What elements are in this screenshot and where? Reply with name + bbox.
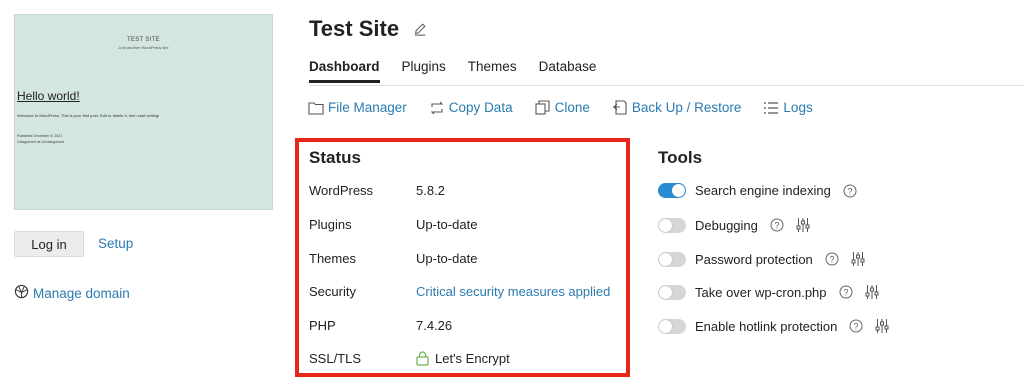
tool-label: Take over wp-cron.php	[695, 284, 827, 300]
status-label: WordPress	[309, 183, 374, 198]
preview-post-meta: Published December 5, 2021 Categorized a…	[17, 133, 64, 145]
preview-post-title: Hello world!	[17, 89, 80, 103]
status-row-wordpress: WordPress 5.8.2	[309, 183, 445, 198]
tool-label: Search engine indexing	[695, 183, 831, 198]
status-label: Security	[309, 284, 356, 299]
copy-arrows-icon	[430, 101, 444, 114]
logs-button[interactable]: Logs	[763, 100, 813, 115]
site-tabs: Dashboard Plugins Themes Database	[309, 59, 618, 83]
page-title: Test Site	[309, 16, 400, 41]
status-label: PHP	[309, 318, 336, 333]
ssl-value: Let's Encrypt	[416, 351, 510, 366]
tool-search-engine-indexing: Search engine indexing ?	[658, 183, 857, 198]
tool-label: Debugging	[695, 217, 758, 233]
tools-heading: Tools	[658, 148, 703, 167]
manage-domain-link[interactable]: Manage domain	[14, 284, 130, 302]
help-icon[interactable]: ?	[839, 285, 853, 299]
login-button[interactable]: Log in	[14, 231, 84, 257]
hotlink-protection-toggle[interactable]	[658, 318, 686, 334]
logs-label: Logs	[783, 100, 813, 115]
clone-label: Clone	[554, 100, 590, 115]
copy-data-label: Copy Data	[448, 100, 513, 115]
settings-sliders-icon[interactable]	[796, 217, 810, 233]
tool-wp-cron: Take over wp-cron.php ?	[658, 284, 879, 300]
status-value: 5.8.2	[416, 183, 445, 198]
tool-hotlink-protection: Enable hotlink protection ?	[658, 318, 889, 334]
backup-icon	[612, 100, 627, 115]
tab-themes[interactable]: Themes	[468, 59, 517, 83]
list-icon	[764, 101, 779, 114]
help-icon[interactable]: ?	[825, 252, 839, 266]
tool-label: Enable hotlink protection	[695, 318, 838, 334]
status-row-themes: Themes Up-to-date	[309, 251, 477, 266]
status-label: Plugins	[309, 217, 352, 232]
svg-text:?: ?	[854, 322, 859, 332]
preview-post-excerpt: Welcome to WordPress. This is your first…	[17, 113, 160, 118]
setup-link[interactable]: Setup	[98, 236, 133, 251]
preview-post-category: Categorized as Uncategorized	[17, 140, 65, 144]
status-label: SSL/TLS	[309, 351, 362, 366]
status-row-plugins: Plugins Up-to-date	[309, 217, 477, 232]
status-value: Up-to-date	[416, 217, 478, 232]
settings-sliders-icon[interactable]	[875, 318, 889, 334]
settings-sliders-icon[interactable]	[865, 284, 879, 300]
ssl-value-label: Let's Encrypt	[435, 351, 510, 366]
help-icon[interactable]: ?	[849, 319, 863, 333]
tab-divider	[309, 85, 1024, 86]
debugging-toggle[interactable]	[658, 217, 686, 233]
svg-text:?: ?	[774, 221, 779, 231]
wp-cron-toggle[interactable]	[658, 284, 686, 300]
file-manager-label: File Manager	[328, 100, 407, 115]
search-indexing-toggle[interactable]	[658, 183, 686, 198]
status-row-php: PHP 7.4.26	[309, 318, 452, 333]
site-title-row: Test Site	[309, 16, 427, 42]
tab-dashboard[interactable]: Dashboard	[309, 59, 380, 83]
svg-text:?: ?	[843, 288, 848, 298]
status-row-security: Security Critical security measures appl…	[309, 284, 610, 299]
status-label: Themes	[309, 251, 356, 266]
tool-debugging: Debugging ?	[658, 217, 810, 233]
status-value: Up-to-date	[416, 251, 478, 266]
site-preview-thumbnail[interactable]: TEST SITE Just another WordPress site He…	[14, 14, 273, 210]
folder-icon	[308, 101, 324, 115]
edit-pencil-icon[interactable]	[413, 22, 427, 36]
security-status-link[interactable]: Critical security measures applied	[416, 284, 610, 299]
tab-plugins[interactable]: Plugins	[402, 59, 446, 83]
preview-tagline: Just another WordPress site	[118, 45, 169, 50]
status-value: 7.4.26	[416, 318, 453, 333]
clone-button[interactable]: Clone	[535, 100, 590, 115]
help-icon[interactable]: ?	[770, 218, 784, 232]
status-heading: Status	[309, 148, 361, 167]
tool-label: Password protection	[695, 251, 813, 267]
copy-data-button[interactable]: Copy Data	[429, 100, 513, 115]
lock-icon	[416, 351, 429, 366]
svg-text:?: ?	[829, 255, 834, 265]
backup-restore-button[interactable]: Back Up / Restore	[612, 100, 742, 115]
help-icon[interactable]: ?	[843, 184, 857, 198]
tool-password-protection: Password protection ?	[658, 251, 865, 267]
tab-database[interactable]: Database	[539, 59, 597, 83]
clone-icon	[535, 100, 550, 115]
settings-sliders-icon[interactable]	[851, 251, 865, 267]
globe-icon	[14, 284, 29, 302]
svg-text:?: ?	[847, 186, 852, 196]
action-bar: File Manager Copy Data Clone Back Up / R…	[308, 100, 835, 115]
password-protection-toggle[interactable]	[658, 251, 686, 267]
backup-restore-label: Back Up / Restore	[631, 100, 742, 115]
preview-site-title: TEST SITE	[127, 37, 160, 43]
status-row-ssl: SSL/TLS Let's Encrypt	[309, 351, 510, 366]
file-manager-button[interactable]: File Manager	[308, 100, 407, 115]
manage-domain-label: Manage domain	[33, 285, 130, 301]
